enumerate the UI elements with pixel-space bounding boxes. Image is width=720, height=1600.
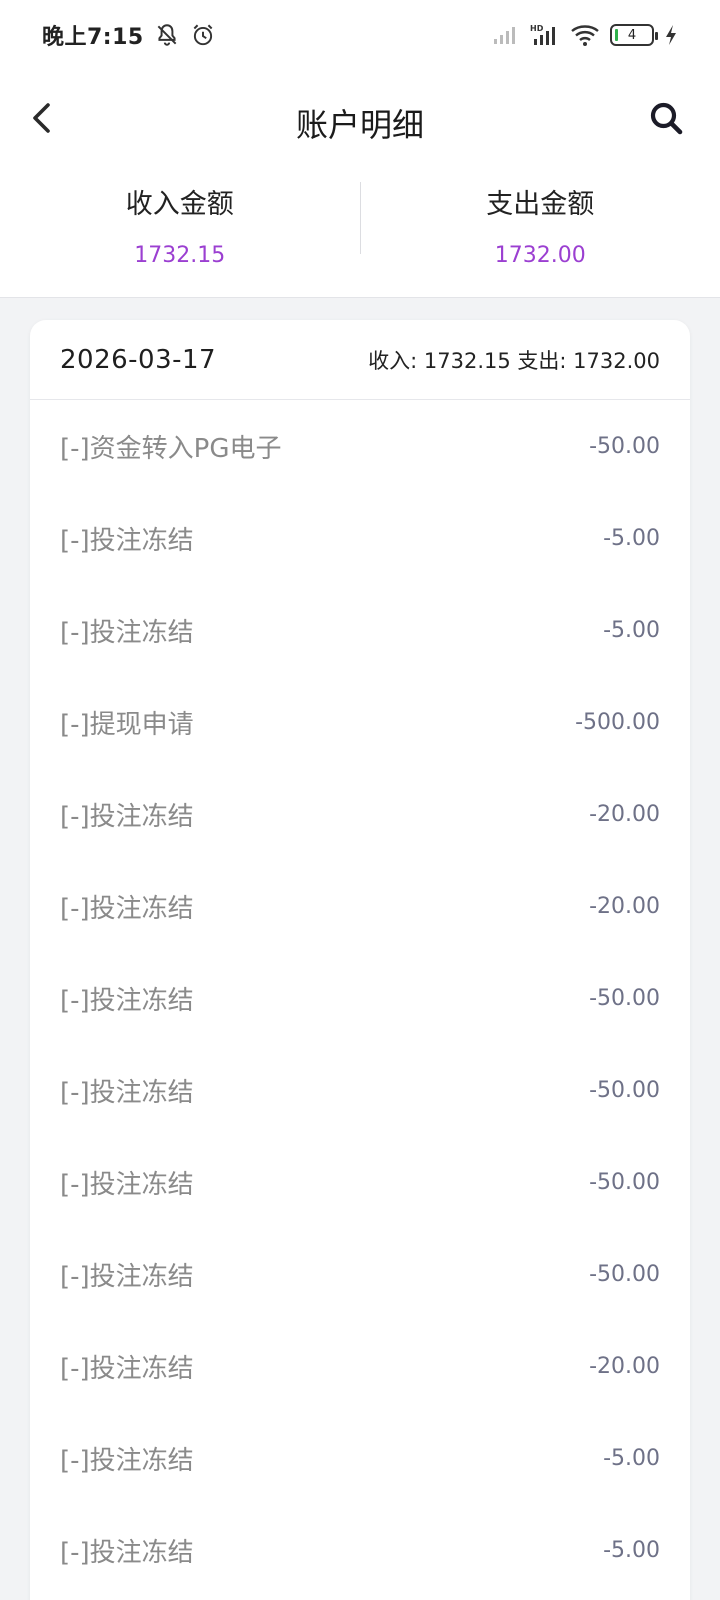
card-header: 2026-03-17 收入: 1732.15 支出: 1732.00 (30, 320, 690, 400)
search-button[interactable] (638, 90, 694, 146)
battery-icon: 4 (610, 24, 658, 46)
transaction-label: [-]投注冻结 (60, 893, 194, 924)
status-bar: 晚上7:15 HD 4 (0, 0, 720, 70)
transaction-label: [-]投注冻结 (60, 985, 194, 1016)
list-item[interactable]: [-]资金转入PG电子 -50.00 (30, 400, 690, 492)
transaction-amount: -50.00 (589, 1169, 660, 1195)
transaction-label: [-]提现申请 (60, 709, 194, 740)
list-item[interactable]: [-]投注冻结 -5.00 (30, 1412, 690, 1504)
transaction-amount: -5.00 (603, 525, 660, 551)
transaction-amount: -5.00 (603, 617, 660, 643)
transaction-list: [-]资金转入PG电子 -50.00 [-]投注冻结 -5.00 [-]投注冻结 -5… (30, 400, 690, 1596)
transaction-label: [-]投注冻结 (60, 525, 194, 556)
transaction-label: [-]资金转入PG电子 (60, 433, 282, 464)
transaction-amount: -50.00 (589, 433, 660, 459)
list-item[interactable]: [-]投注冻结 -20.00 (30, 860, 690, 952)
status-left: 晚上7:15 (42, 19, 216, 51)
svg-text:HD: HD (530, 24, 544, 33)
expense-label: 支出金额 (486, 189, 595, 220)
list-item[interactable]: [-]投注冻结 -50.00 (30, 952, 690, 1044)
list-item[interactable]: [-]投注冻结 -20.00 (30, 768, 690, 860)
status-right: HD 4 (492, 23, 678, 47)
transaction-label: [-]投注冻结 (60, 1353, 194, 1384)
list-item[interactable]: [-]投注冻结 -50.00 (30, 1136, 690, 1228)
list-item[interactable]: [-]投注冻结 -50.00 (30, 1228, 690, 1320)
status-time: 晚上7:15 (42, 25, 144, 50)
transaction-amount: -500.00 (575, 709, 660, 735)
list-item[interactable]: [-]投注冻结 -5.00 (30, 492, 690, 584)
list-item[interactable]: [-]投注冻结 -5.00 (30, 1504, 690, 1596)
summary-panel: 收入金额 1732.15 支出金额 1732.00 (0, 170, 720, 298)
transaction-card: 2026-03-17 收入: 1732.15 支出: 1732.00 [-]资金… (30, 320, 690, 1600)
list-item[interactable]: [-]提现申请 -500.00 (30, 676, 690, 768)
mute-icon (154, 22, 180, 48)
alarm-icon (190, 22, 216, 48)
list-item[interactable]: [-]投注冻结 -50.00 (30, 1044, 690, 1136)
transaction-label: [-]投注冻结 (60, 1261, 194, 1292)
transaction-amount: -5.00 (603, 1537, 660, 1563)
card-date: 2026-03-17 (60, 344, 217, 375)
hd-signal-icon: HD (530, 23, 560, 47)
transaction-label: [-]投注冻结 (60, 617, 194, 648)
account-detail-page: 晚上7:15 HD 4 账户明细 收入金额 1732.15 支出金额 1732.… (0, 0, 720, 1600)
battery-level: 4 (627, 27, 637, 43)
wifi-icon (570, 23, 600, 47)
card-totals: 收入: 1732.15 支出: 1732.00 (368, 348, 660, 373)
transaction-amount: -50.00 (589, 1077, 660, 1103)
page-title: 账户明细 (295, 106, 424, 144)
transaction-label: [-]投注冻结 (60, 1169, 194, 1200)
transaction-label: [-]投注冻结 (60, 1445, 194, 1476)
list-item[interactable]: [-]投注冻结 -5.00 (30, 584, 690, 676)
transaction-amount: -5.00 (603, 1445, 660, 1471)
charging-icon (664, 24, 678, 46)
search-icon (650, 102, 683, 135)
transaction-label: [-]投注冻结 (60, 1537, 194, 1568)
expense-summary: 支出金额 1732.00 (361, 170, 720, 297)
transaction-label: [-]投注冻结 (60, 1077, 194, 1108)
transaction-label: [-]投注冻结 (60, 801, 194, 832)
transaction-amount: -20.00 (589, 893, 660, 919)
transaction-amount: -50.00 (589, 985, 660, 1011)
income-label: 收入金额 (125, 189, 234, 220)
income-value: 1732.15 (134, 243, 226, 268)
transaction-amount: -50.00 (589, 1261, 660, 1287)
transaction-amount: -20.00 (589, 1353, 660, 1379)
nav-bar: 账户明细 (0, 70, 720, 170)
signal-icon (492, 24, 520, 46)
income-summary: 收入金额 1732.15 (0, 170, 360, 297)
list-item[interactable]: [-]投注冻结 -20.00 (30, 1320, 690, 1412)
expense-value: 1732.00 (494, 243, 586, 268)
transaction-amount: -20.00 (589, 801, 660, 827)
